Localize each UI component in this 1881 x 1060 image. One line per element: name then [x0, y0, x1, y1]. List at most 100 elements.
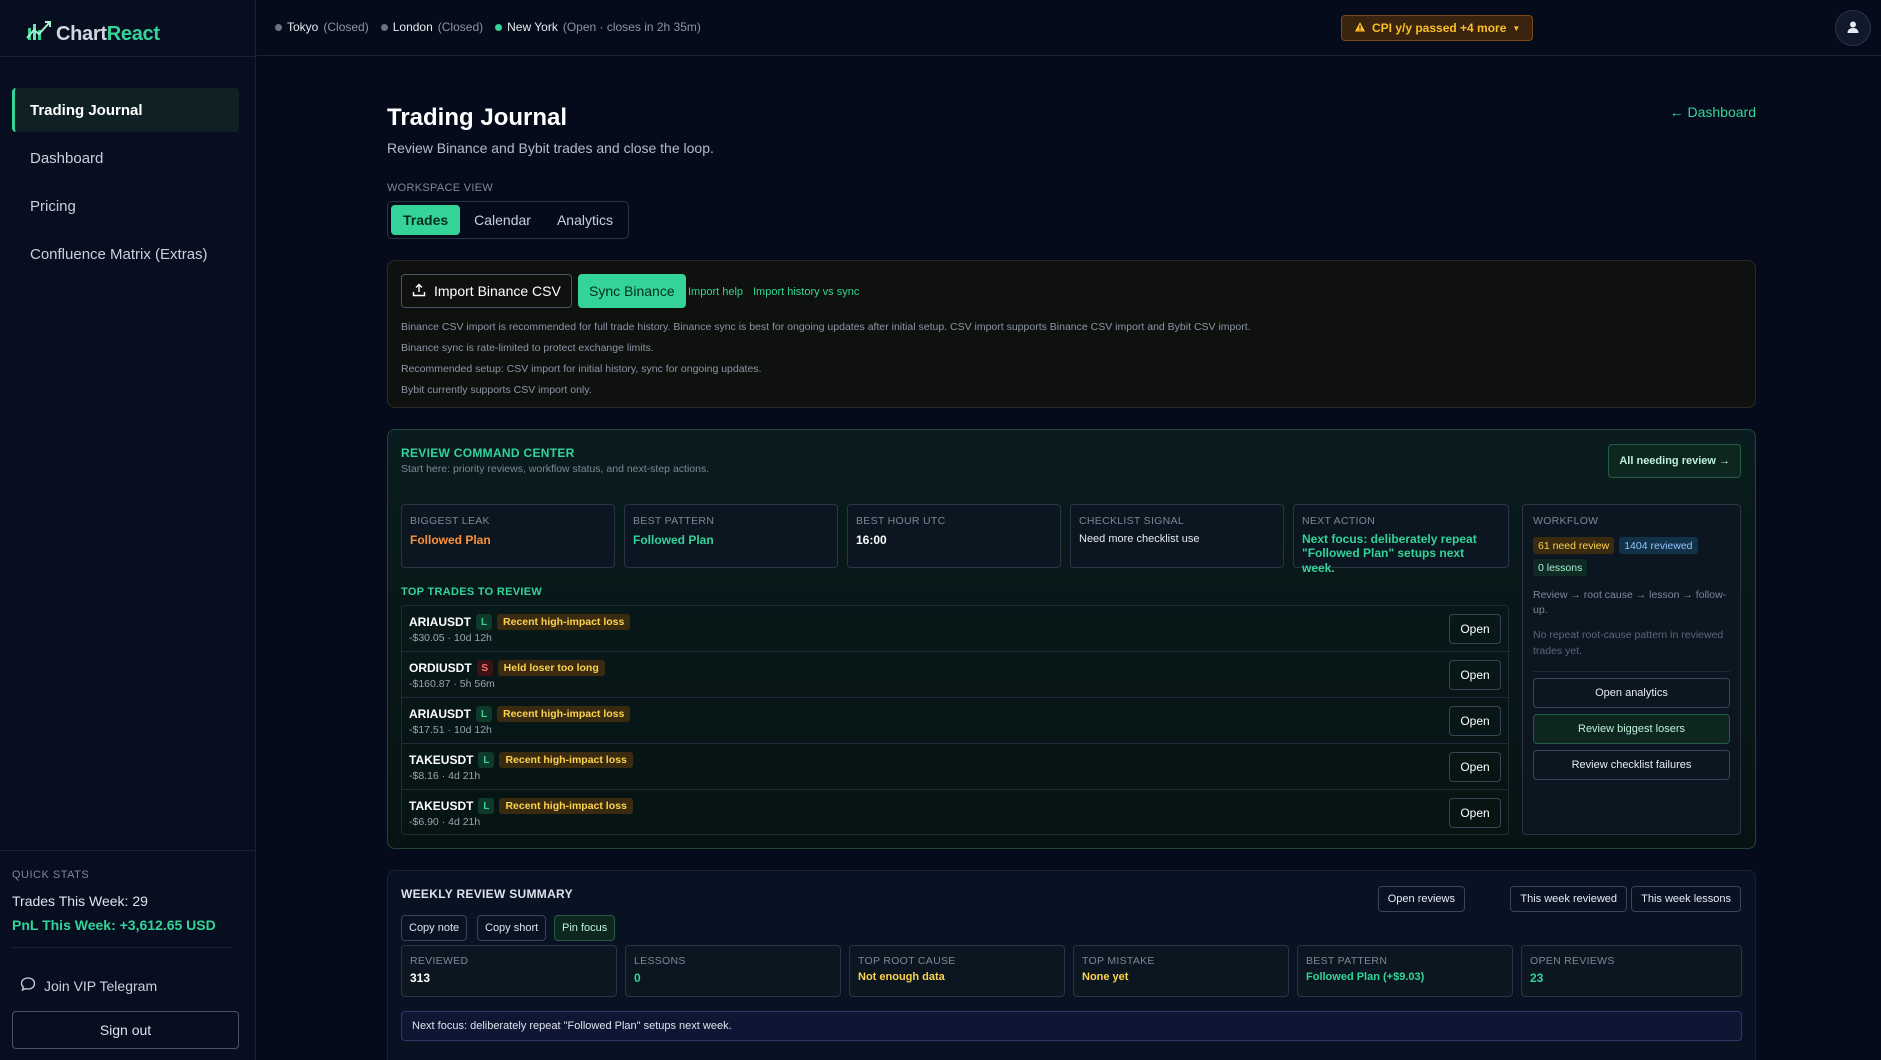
this-week-reviewed-button[interactable]: This week reviewed: [1510, 886, 1627, 912]
workspace-view-label: WORKSPACE VIEW: [387, 182, 494, 194]
import-note: Bybit currently supports CSV import only…: [401, 384, 592, 396]
workspace-tabs: Trades Calendar Analytics: [387, 201, 629, 239]
workflow-note: No repeat root-cause pattern in reviewed…: [1533, 629, 1724, 657]
status-dot: [275, 23, 282, 31]
market-status: (Closed): [323, 20, 369, 34]
copy-short-button[interactable]: Copy short: [477, 915, 547, 941]
review-tag: Recent high-impact loss: [499, 798, 633, 814]
join-telegram-link[interactable]: Join VIP Telegram: [20, 976, 157, 995]
import-help-link[interactable]: Import help: [688, 286, 743, 298]
market-name: Tokyo: [287, 20, 319, 34]
stat-label: TOP ROOT CAUSE: [858, 955, 956, 967]
stat-label: BEST HOUR UTC: [856, 515, 946, 527]
stat-card-biggest-leak: BIGGEST LEAK Followed Plan: [401, 504, 615, 568]
stat-value: Followed Plan: [410, 533, 491, 547]
sidebar-item-pricing[interactable]: Pricing: [12, 184, 239, 228]
tab-trades[interactable]: Trades: [391, 205, 461, 235]
open-trade-button[interactable]: Open: [1449, 660, 1501, 690]
open-trade-button[interactable]: Open: [1449, 752, 1501, 782]
import-note: Binance sync is rate-limited to protect …: [401, 342, 654, 354]
chevron-down-icon: ▼: [1512, 23, 1521, 33]
chart-logo-icon: [26, 18, 52, 50]
user-icon: [1845, 19, 1861, 38]
side-badge: L: [476, 614, 492, 630]
stat-label: OPEN REVIEWS: [1530, 955, 1615, 967]
side-badge: L: [478, 798, 495, 814]
open-reviews-button[interactable]: Open reviews: [1377, 886, 1465, 912]
sidebar-nav: Trading Journal Dashboard Pricing Conflu…: [12, 88, 239, 280]
stat-label: LESSONS: [634, 955, 686, 967]
sidebar-item-dashboard[interactable]: Dashboard: [12, 136, 239, 180]
weekly-card-best-pattern: BEST PATTERN Followed Plan (+$9.03): [1297, 945, 1513, 997]
workflow-steps: Review → root cause → lesson → follow-up…: [1533, 589, 1727, 617]
sidebar-item-confluence-matrix[interactable]: Confluence Matrix (Extras): [12, 232, 239, 276]
import-binance-csv-button[interactable]: Import Binance CSV: [401, 274, 572, 308]
trade-symbol: TAKEUSDT: [409, 799, 474, 813]
review-tag: Recent high-impact loss: [497, 706, 631, 722]
weekly-card-lessons: LESSONS 0: [625, 945, 841, 997]
stat-value: 23: [1530, 971, 1544, 985]
market-session-tokyo: Tokyo (Closed): [275, 20, 369, 34]
user-avatar-button[interactable]: [1835, 10, 1871, 46]
trade-symbol: ARIAUSDT: [409, 615, 471, 629]
import-history-link[interactable]: Import history vs sync: [753, 286, 859, 298]
sync-binance-button[interactable]: Sync Binance: [578, 274, 686, 308]
stat-label: BIGGEST LEAK: [410, 515, 490, 527]
import-note: Recommended setup: CSV import for initia…: [401, 363, 762, 375]
table-row: ARIAUSDT L Recent high-impact loss -$30.…: [402, 606, 1508, 652]
status-dot: [495, 23, 503, 31]
trade-symbol-line: ARIAUSDT L Recent high-impact loss: [409, 614, 631, 630]
stat-value: Not enough data: [858, 971, 945, 983]
pin-focus-button[interactable]: Pin focus: [554, 915, 616, 941]
back-to-dashboard-link[interactable]: ← Dashboard: [1670, 104, 1756, 120]
top-trades-title: TOP TRADES TO REVIEW: [401, 586, 543, 598]
market-status: (Open · closes in 2h 35m): [562, 20, 701, 34]
this-week-lessons-button[interactable]: This week lessons: [1631, 886, 1741, 912]
chat-bubble-icon: [20, 976, 36, 995]
trade-symbol: TAKEUSDT: [409, 753, 474, 767]
market-session-london: London (Closed): [380, 20, 483, 34]
stat-value: 313: [410, 971, 431, 985]
lessons-badge: 0 lessons: [1533, 559, 1588, 576]
rcc-subtitle: Start here: priority reviews, workflow s…: [401, 463, 710, 475]
open-analytics-button[interactable]: Open analytics: [1533, 677, 1730, 708]
stat-label: BEST PATTERN: [1306, 955, 1388, 967]
copy-note-button[interactable]: Copy note: [401, 915, 468, 941]
quick-stats-trades: Trades This Week: 29: [12, 893, 148, 909]
side-badge: L: [478, 752, 495, 768]
import-panel: Import Binance CSV Sync Binance Import h…: [387, 260, 1756, 408]
quick-stats-title: QUICK STATS: [12, 869, 90, 881]
trade-meta: -$160.87 · 5h 56m: [409, 678, 495, 690]
open-trade-button[interactable]: Open: [1449, 798, 1501, 828]
sign-out-button[interactable]: Sign out: [12, 1011, 239, 1049]
open-trade-button[interactable]: Open: [1449, 706, 1501, 736]
trade-meta: -$6.90 · 4d 21h: [409, 816, 481, 828]
join-telegram-label: Join VIP Telegram: [44, 977, 158, 994]
trade-symbol: ORDIUSDT: [409, 661, 472, 675]
upload-icon: [412, 283, 426, 300]
stat-card-checklist-signal: CHECKLIST SIGNAL Need more checklist use: [1070, 504, 1284, 568]
stat-value: 16:00: [856, 533, 887, 547]
brand-logo[interactable]: Chart React: [26, 18, 160, 50]
all-needing-review-button[interactable]: All needing review →: [1608, 444, 1741, 478]
trade-meta: -$30.05 · 10d 12h: [409, 632, 492, 644]
market-session-new-york: New York (Open · closes in 2h 35m): [495, 20, 701, 34]
weekly-card-top-mistake: TOP MISTAKE None yet: [1073, 945, 1289, 997]
tab-calendar[interactable]: Calendar: [462, 205, 543, 235]
trade-meta: -$8.16 · 4d 21h: [409, 770, 481, 782]
tab-analytics[interactable]: Analytics: [545, 205, 625, 235]
brand-name-part1: Chart: [56, 22, 107, 45]
stat-card-next-action: NEXT ACTION Next focus: deliberately rep…: [1293, 504, 1509, 575]
page-title: Trading Journal: [387, 104, 568, 131]
stat-card-best-pattern: BEST PATTERN Followed Plan: [624, 504, 838, 568]
review-checklist-failures-button[interactable]: Review checklist failures: [1533, 749, 1730, 780]
table-row: ARIAUSDT L Recent high-impact loss -$17.…: [402, 698, 1508, 744]
economic-alert-dropdown[interactable]: CPI y/y passed +4 more ▼: [1341, 15, 1534, 41]
import-binance-csv-label: Import Binance CSV: [434, 283, 561, 299]
table-row: ORDIUSDT S Held loser too long -$160.87 …: [402, 652, 1508, 698]
open-trade-button[interactable]: Open: [1449, 614, 1501, 644]
sidebar-item-trading-journal[interactable]: Trading Journal: [12, 88, 239, 132]
trade-meta: -$17.51 · 10d 12h: [409, 724, 492, 736]
review-biggest-losers-button[interactable]: Review biggest losers: [1533, 713, 1730, 744]
warning-icon: [1354, 21, 1366, 36]
